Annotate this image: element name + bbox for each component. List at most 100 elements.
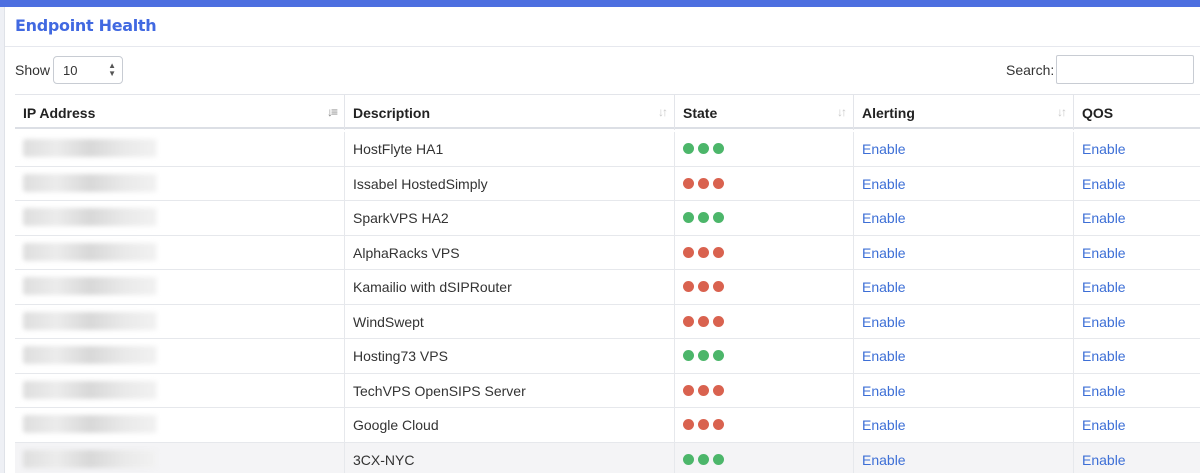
column-header-description[interactable]: Description ↓↑ <box>344 95 674 130</box>
sort-desc-icon[interactable]: ↓≡ <box>327 105 338 119</box>
status-dot-icon <box>713 453 724 465</box>
show-entries-select[interactable]: 10 ▲ ▼ <box>53 56 123 84</box>
state-indicator <box>683 384 724 396</box>
alerting-enable-link[interactable]: Enable <box>862 383 906 399</box>
state-indicator <box>683 350 724 361</box>
state-indicator <box>683 453 724 465</box>
alerting-enable-link[interactable]: Enable <box>862 452 906 468</box>
table-row: Kamailio with dSIPRouter Enable Enable <box>15 270 1200 305</box>
alerting-enable-link[interactable]: Enable <box>862 417 906 433</box>
status-dot-icon <box>698 453 709 465</box>
qos-enable-link[interactable]: Enable <box>1082 417 1126 433</box>
search-label: Search: <box>1006 62 1055 78</box>
alerting-enable-link[interactable]: Enable <box>862 210 906 226</box>
cell-alerting: Enable <box>853 408 1073 443</box>
cell-description: AlphaRacks VPS <box>344 235 674 270</box>
endpoint-description: Hosting73 VPS <box>353 348 448 364</box>
status-dot-icon <box>698 212 709 223</box>
state-indicator <box>683 281 724 292</box>
cell-alerting: Enable <box>853 201 1073 236</box>
sort-icon[interactable]: ↓↑ <box>658 105 668 119</box>
cell-state <box>674 132 853 167</box>
alerting-enable-link[interactable]: Enable <box>862 176 906 192</box>
status-dot-icon <box>698 384 709 396</box>
cell-state <box>674 270 853 305</box>
state-indicator <box>683 419 724 430</box>
cell-ip-address <box>15 201 344 236</box>
qos-enable-link[interactable]: Enable <box>1082 452 1126 468</box>
cell-description: 3CX-NYC <box>344 442 674 473</box>
sort-icon[interactable]: ↓↑ <box>1057 105 1067 119</box>
state-indicator <box>683 143 724 154</box>
search-input[interactable] <box>1056 55 1194 84</box>
alerting-enable-link[interactable]: Enable <box>862 245 906 261</box>
table-row: AlphaRacks VPS Enable Enable <box>15 235 1200 270</box>
qos-enable-link[interactable]: Enable <box>1082 245 1126 261</box>
cell-description: Issabel HostedSimply <box>344 166 674 201</box>
cell-qos: Enable <box>1073 235 1200 270</box>
cell-state <box>674 235 853 270</box>
state-indicator <box>683 212 724 223</box>
redacted-ip-address <box>23 208 157 226</box>
cell-alerting: Enable <box>853 270 1073 305</box>
status-dot-icon <box>713 315 724 327</box>
table-row: Google Cloud Enable Enable <box>15 408 1200 443</box>
qos-enable-link[interactable]: Enable <box>1082 383 1126 399</box>
alerting-enable-link[interactable]: Enable <box>862 279 906 295</box>
status-dot-icon <box>713 177 724 189</box>
cell-state <box>674 304 853 339</box>
cell-ip-address <box>15 132 344 167</box>
show-entries-value: 10 <box>63 63 78 78</box>
qos-enable-link[interactable]: Enable <box>1082 176 1126 192</box>
cell-qos: Enable <box>1073 339 1200 374</box>
cell-qos: Enable <box>1073 201 1200 236</box>
cell-alerting: Enable <box>853 442 1073 473</box>
status-dot-icon <box>713 143 724 154</box>
cell-description: Kamailio with dSIPRouter <box>344 270 674 305</box>
column-header-qos[interactable]: QOS <box>1073 95 1200 130</box>
cell-state <box>674 442 853 473</box>
column-header-label: QOS <box>1082 105 1114 121</box>
status-dot-icon <box>683 384 694 396</box>
sort-icon[interactable]: ↓↑ <box>837 105 847 119</box>
column-header-state[interactable]: State ↓↑ <box>674 95 853 130</box>
cell-ip-address <box>15 270 344 305</box>
qos-enable-link[interactable]: Enable <box>1082 141 1126 157</box>
alerting-enable-link[interactable]: Enable <box>862 348 906 364</box>
qos-enable-link[interactable]: Enable <box>1082 348 1126 364</box>
endpoint-description: Kamailio with dSIPRouter <box>353 279 512 295</box>
qos-enable-link[interactable]: Enable <box>1082 210 1126 226</box>
alerting-enable-link[interactable]: Enable <box>862 141 906 157</box>
qos-enable-link[interactable]: Enable <box>1082 279 1126 295</box>
endpoint-description: AlphaRacks VPS <box>353 244 460 261</box>
column-header-alerting[interactable]: Alerting ↓↑ <box>853 95 1073 130</box>
alerting-enable-link[interactable]: Enable <box>862 314 906 330</box>
state-indicator <box>683 315 724 327</box>
column-header-ip-address[interactable]: IP Address ↓≡ <box>15 95 344 130</box>
cell-description: HostFlyte HA1 <box>344 132 674 167</box>
cell-qos: Enable <box>1073 304 1200 339</box>
status-dot-icon <box>698 315 709 327</box>
cell-description: SparkVPS HA2 <box>344 201 674 236</box>
qos-enable-link[interactable]: Enable <box>1082 314 1126 330</box>
endpoint-description: SparkVPS HA2 <box>353 210 449 226</box>
status-dot-icon <box>713 350 724 361</box>
redacted-ip-address <box>23 173 157 192</box>
table-row: Issabel HostedSimply Enable Enable <box>15 166 1200 201</box>
column-header-label: Alerting <box>862 105 915 121</box>
cell-qos: Enable <box>1073 373 1200 408</box>
status-dot-icon <box>683 350 694 361</box>
cell-qos: Enable <box>1073 270 1200 305</box>
status-dot-icon <box>713 384 724 396</box>
cell-ip-address <box>15 374 344 409</box>
endpoint-description: WindSwept <box>353 313 424 330</box>
table-row: SparkVPS HA2 Enable Enable <box>15 201 1200 236</box>
cell-alerting: Enable <box>853 304 1073 339</box>
endpoint-description: TechVPS OpenSIPS Server <box>353 382 526 399</box>
table-row: TechVPS OpenSIPS Server Enable Enable <box>15 373 1200 409</box>
redacted-ip-address <box>23 380 157 399</box>
cell-description: Hosting73 VPS <box>344 339 674 374</box>
status-dot-icon <box>698 246 709 258</box>
redacted-ip-address <box>23 311 157 330</box>
cell-alerting: Enable <box>853 166 1073 201</box>
